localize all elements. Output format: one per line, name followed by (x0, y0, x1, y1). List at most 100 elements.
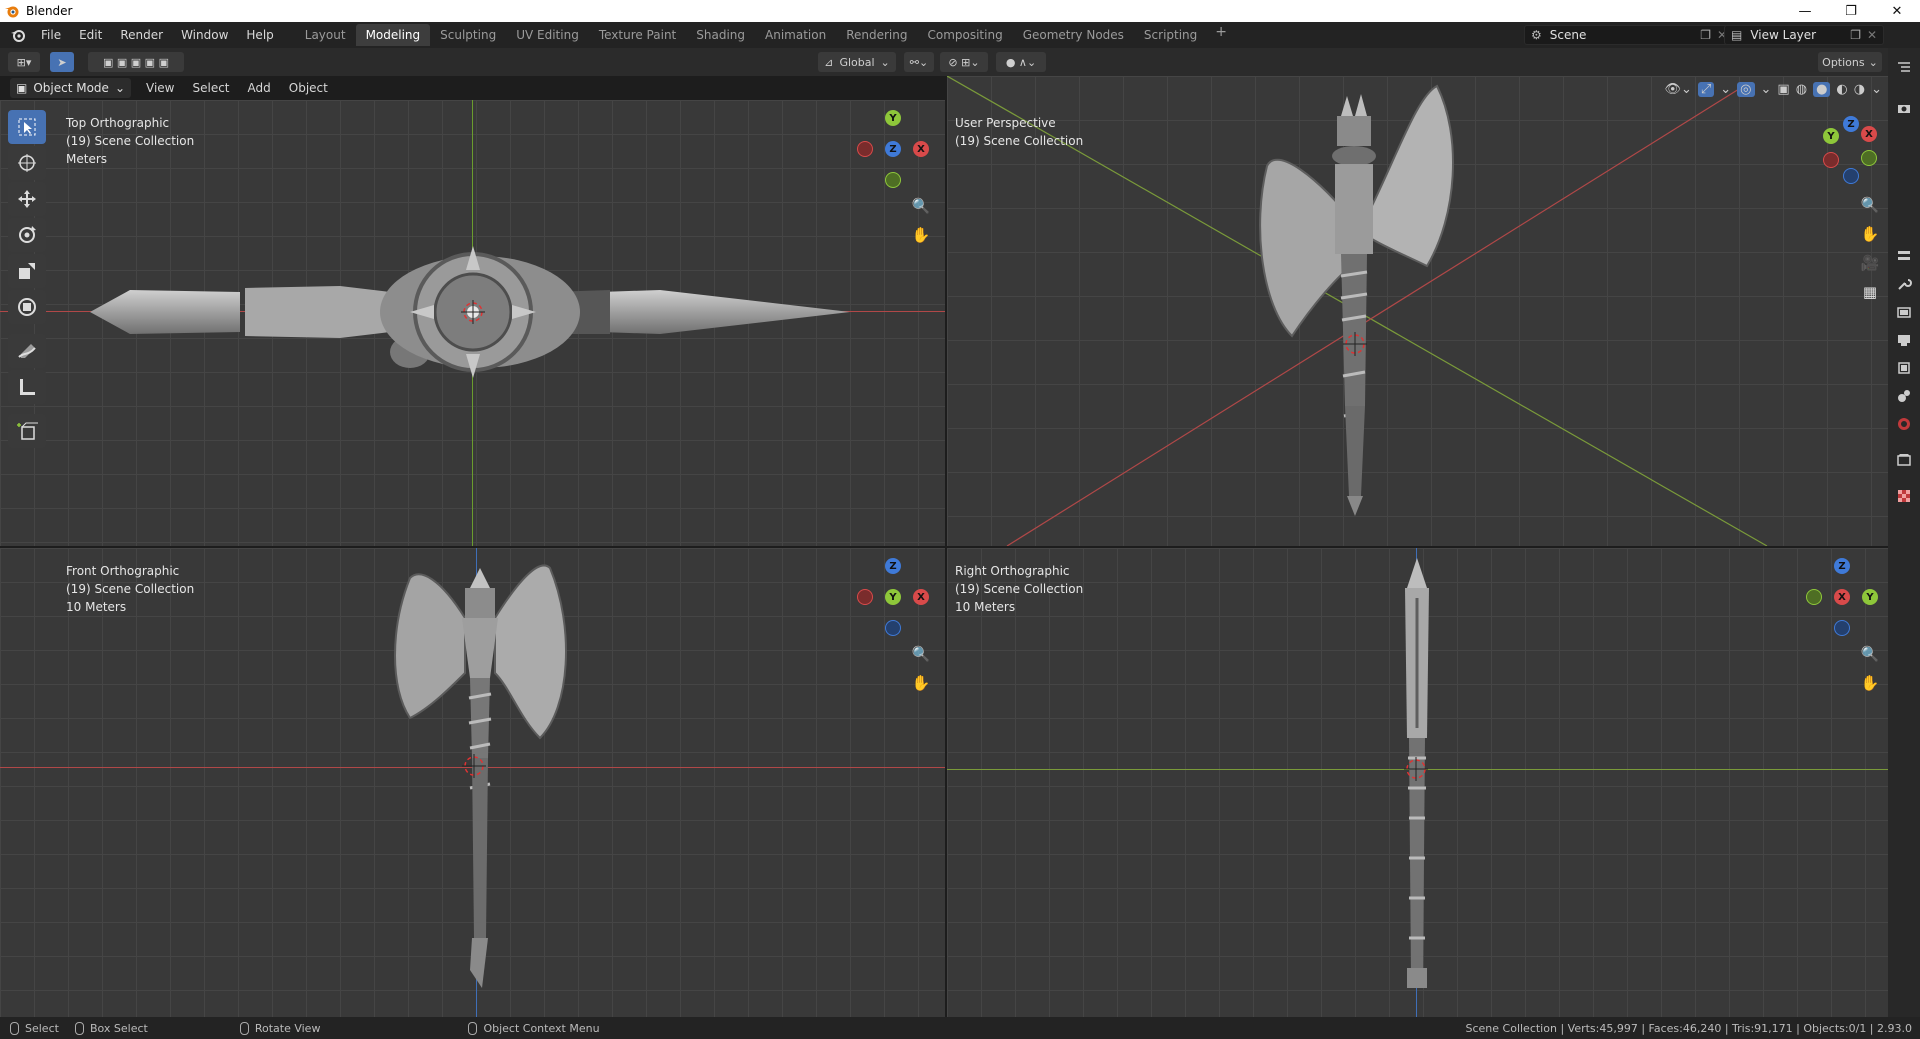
view-layer-selector[interactable]: ▤ View Layer ❐ ✕ (1724, 25, 1884, 45)
select-tool-icon[interactable]: ➤ (50, 52, 74, 72)
pan-hand-icon[interactable]: ✋ (1857, 221, 1883, 247)
navigation-gizmo[interactable]: Z X Y (848, 556, 938, 646)
new-scene-icon[interactable]: ❐ (1700, 28, 1711, 42)
gizmo-z-axis[interactable]: Z (885, 558, 901, 574)
menu-view[interactable]: View (137, 81, 183, 95)
viewport-user-perspective[interactable]: User Perspective (19) Scene Collection 👁… (947, 76, 1888, 546)
menu-file[interactable]: File (32, 24, 70, 46)
navigation-gizmo[interactable]: Y X Z (848, 108, 938, 198)
viewport-divider-vertical[interactable] (945, 76, 947, 1017)
tab-rendering[interactable]: Rendering (836, 24, 917, 46)
xray-icon[interactable]: ▣ (1777, 82, 1789, 97)
tab-animation[interactable]: Animation (755, 24, 836, 46)
outliner-toggle-icon[interactable] (1888, 48, 1920, 88)
toggle-perspective-icon[interactable]: ▦ (1857, 279, 1883, 305)
chevron-down-icon[interactable]: ⌄ (1871, 82, 1882, 97)
gizmo-x-axis[interactable]: X (1861, 126, 1877, 142)
close-button[interactable]: ✕ (1874, 0, 1920, 22)
output-properties-icon[interactable] (1888, 326, 1920, 354)
move-tool[interactable] (8, 182, 46, 216)
proportional-editing-icon[interactable]: ● ∧⌄ (996, 52, 1046, 72)
viewport-front-orthographic[interactable]: Front Orthographic (19) Scene Collection… (0, 548, 945, 1017)
rotate-tool[interactable] (8, 218, 46, 252)
transform-tool[interactable] (8, 290, 46, 324)
menu-add[interactable]: Add (239, 81, 280, 95)
rendered-shading-icon[interactable]: ◑ (1854, 82, 1865, 97)
scene-properties-icon[interactable] (1888, 382, 1920, 410)
tab-layout[interactable]: Layout (295, 24, 356, 46)
pan-hand-icon[interactable]: ✋ (908, 670, 934, 696)
material-shading-icon[interactable]: ◐ (1836, 82, 1847, 97)
render-properties-icon[interactable] (1888, 298, 1920, 326)
scene-selector[interactable]: ⚙ Scene ❐ ✕ (1524, 25, 1734, 45)
solid-shading-icon[interactable]: ● (1813, 82, 1831, 97)
overlays-icon[interactable]: ◎ (1737, 82, 1755, 97)
gizmo-z-axis[interactable]: Z (1843, 116, 1859, 132)
tab-compositing[interactable]: Compositing (917, 24, 1012, 46)
world-properties-icon[interactable] (1888, 410, 1920, 438)
wrench-icon[interactable] (1888, 270, 1920, 298)
selection-mode-group[interactable]: ▣ ▣ ▣ ▣ ▣ (88, 52, 184, 72)
scale-tool[interactable] (8, 254, 46, 288)
axe-model-perspective[interactable] (1237, 76, 1467, 536)
viewport-divider-horizontal[interactable] (0, 546, 1888, 548)
tab-geometry-nodes[interactable]: Geometry Nodes (1013, 24, 1134, 46)
delete-view-layer-icon[interactable]: ✕ (1867, 28, 1877, 42)
options-dropdown[interactable]: Options ⌄ (1818, 52, 1882, 72)
snap-toggle-icon[interactable]: ⊘ ⊞⌄ (940, 52, 988, 72)
gizmo-neg-x-axis[interactable] (857, 589, 873, 605)
gizmo-z-axis[interactable]: Z (885, 141, 901, 157)
cursor-tool[interactable] (8, 146, 46, 180)
axe-model-front[interactable] (370, 558, 590, 1008)
select-box-tool[interactable] (8, 110, 46, 144)
gizmo-neg-x-axis[interactable] (857, 141, 873, 157)
gizmo-z-axis[interactable]: Z (1834, 558, 1850, 574)
pan-hand-icon[interactable]: ✋ (908, 222, 934, 248)
minimize-button[interactable]: — (1782, 0, 1828, 22)
gizmo-neg-z-axis[interactable] (1843, 168, 1859, 184)
add-cube-tool[interactable] (8, 414, 46, 448)
zoom-icon[interactable]: 🔍 (908, 193, 934, 219)
screenshot-camera-icon[interactable] (1888, 94, 1920, 122)
gizmo-neg-y-axis[interactable] (885, 172, 901, 188)
texture-properties-icon[interactable] (1888, 482, 1920, 510)
navigation-gizmo[interactable]: Z Y X (1797, 556, 1887, 646)
annotate-tool[interactable] (8, 334, 46, 368)
viewport-top-orthographic[interactable]: Top Orthographic (19) Scene Collection M… (0, 100, 945, 546)
gizmo-y-axis[interactable]: Y (885, 589, 901, 605)
tab-modeling[interactable]: Modeling (355, 24, 431, 46)
collection-properties-icon[interactable] (1888, 446, 1920, 474)
blender-menu-icon[interactable] (10, 27, 26, 43)
zoom-icon[interactable]: 🔍 (908, 641, 934, 667)
add-workspace-button[interactable]: + (1207, 24, 1235, 46)
chevron-down-icon[interactable]: ⌄ (1720, 82, 1731, 97)
transform-orientation-dropdown[interactable]: ⊿ Global ⌄ (818, 52, 896, 72)
view-layer-properties-icon[interactable] (1888, 354, 1920, 382)
gizmo-toggle-icon[interactable]: ⤢ (1697, 82, 1715, 97)
wireframe-shading-icon[interactable]: ◍ (1796, 82, 1807, 97)
gizmo-y-axis[interactable]: Y (1862, 589, 1878, 605)
tab-uv-editing[interactable]: UV Editing (506, 24, 589, 46)
gizmo-y-axis[interactable]: Y (885, 110, 901, 126)
measure-tool[interactable] (8, 370, 46, 404)
tab-scripting[interactable]: Scripting (1134, 24, 1207, 46)
gizmo-neg-y-axis[interactable] (1806, 589, 1822, 605)
zoom-icon[interactable]: 🔍 (1857, 641, 1883, 667)
maximize-button[interactable]: ❐ (1828, 0, 1874, 22)
gizmo-neg-z-axis[interactable] (1834, 620, 1850, 636)
menu-object[interactable]: Object (280, 81, 337, 95)
tab-texture-paint[interactable]: Texture Paint (589, 24, 686, 46)
visibility-icon[interactable]: 👁⌄ (1664, 82, 1691, 97)
gizmo-neg-z-axis[interactable] (885, 620, 901, 636)
menu-render[interactable]: Render (111, 24, 172, 46)
pivot-point-icon[interactable]: ⚯⌄ (904, 52, 934, 72)
axe-model-side[interactable] (1387, 558, 1447, 1008)
gizmo-x-axis[interactable]: X (913, 141, 929, 157)
editor-type-icon[interactable]: ⊞▾ (8, 52, 40, 72)
gizmo-neg-y-axis[interactable] (1861, 150, 1877, 166)
gizmo-x-axis[interactable]: X (1834, 589, 1850, 605)
pan-hand-icon[interactable]: ✋ (1857, 670, 1883, 696)
menu-help[interactable]: Help (237, 24, 282, 46)
tab-shading[interactable]: Shading (686, 24, 755, 46)
camera-view-icon[interactable]: 🎥 (1857, 250, 1883, 276)
